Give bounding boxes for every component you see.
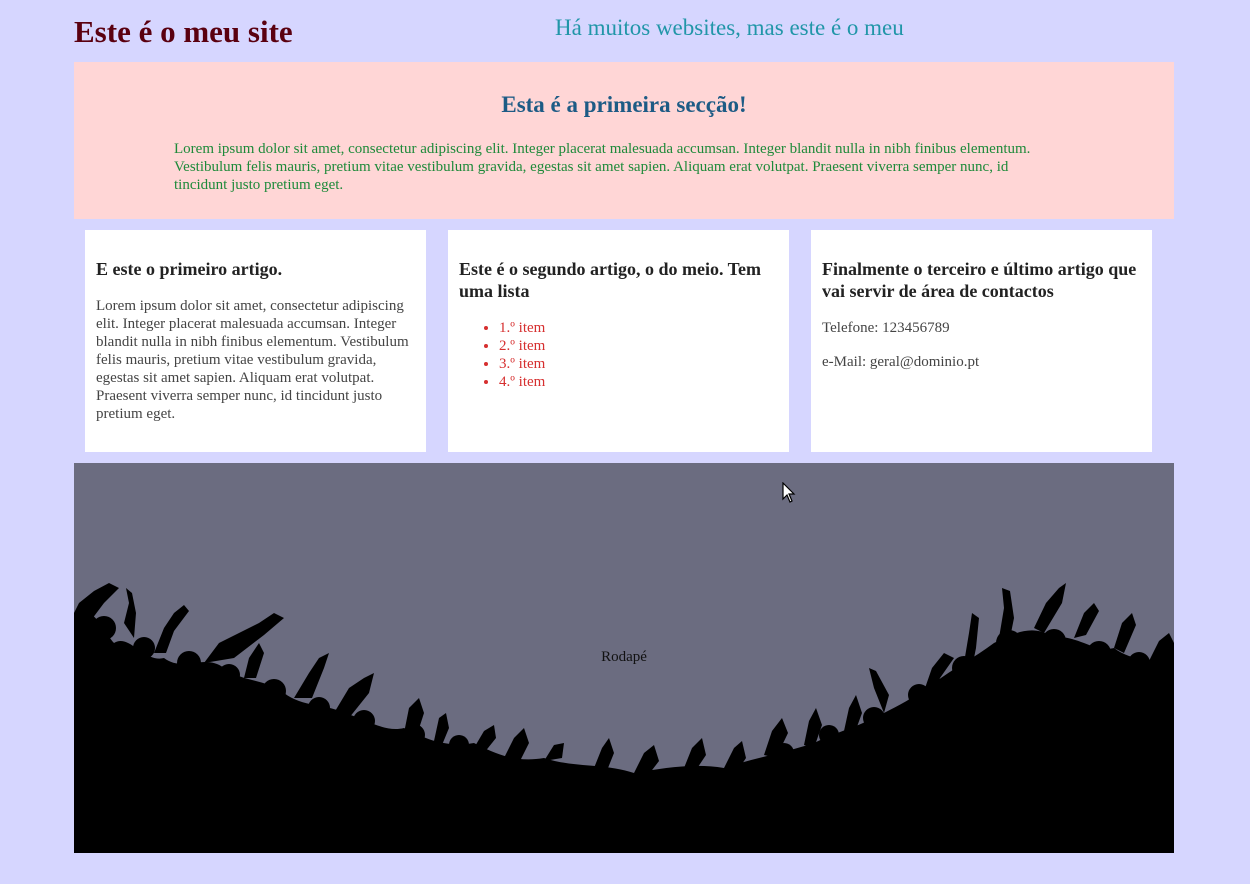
list-item: 4.º item <box>499 373 778 391</box>
first-section: Esta é a primeira secção! Lorem ipsum do… <box>74 62 1174 219</box>
site-tagline: Há muitos websites, mas este é o meu <box>555 15 904 40</box>
footer: Rodapé <box>74 463 1174 853</box>
article-second-title: Este é o segundo artigo, o do meio. Tem … <box>459 259 762 301</box>
article-contacts: Finalmente o terceiro e último artigo qu… <box>811 230 1152 452</box>
article-first-title: E este o primeiro artigo. <box>96 259 283 279</box>
article-second: Este é o segundo artigo, o do meio. Tem … <box>448 230 789 452</box>
article-first: E este o primeiro artigo. Lorem ipsum do… <box>85 230 426 452</box>
list-item: 2.º item <box>499 337 778 355</box>
article-first-text: Lorem ipsum dolor sit amet, consectetur … <box>96 298 409 422</box>
mouse-cursor-icon <box>782 482 796 503</box>
first-section-text: Lorem ipsum dolor sit amet, consectetur … <box>174 141 1031 193</box>
contact-phone: Telefone: 123456789 <box>822 320 950 336</box>
list-item: 3.º item <box>499 355 778 373</box>
site-title: Este é o meu site <box>74 14 293 49</box>
first-section-title: Esta é a primeira secção! <box>501 92 747 117</box>
item-list: 1.º item 2.º item 3.º item 4.º item <box>459 319 778 391</box>
article-contacts-title: Finalmente o terceiro e último artigo qu… <box>822 259 1137 301</box>
list-item: 1.º item <box>499 319 778 337</box>
contact-email: e-Mail: geral@dominio.pt <box>822 354 980 370</box>
footer-label: Rodapé <box>601 649 647 665</box>
